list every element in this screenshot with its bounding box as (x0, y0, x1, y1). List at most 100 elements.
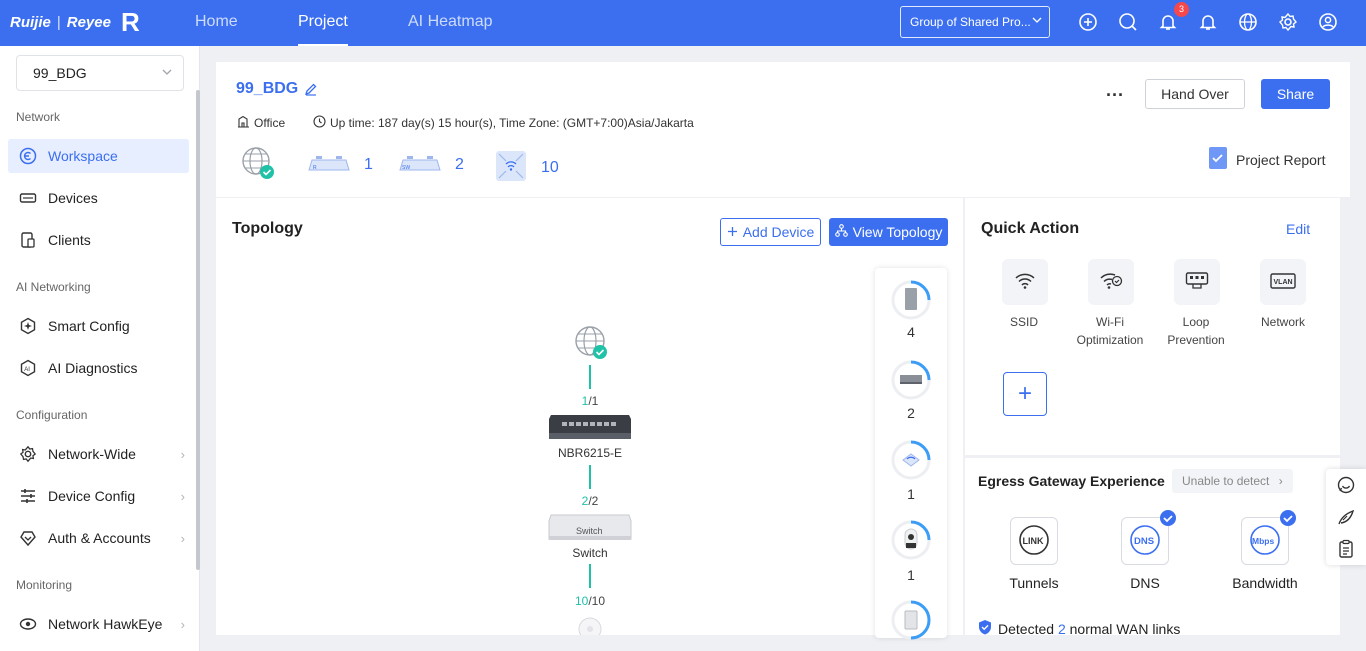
tab-project[interactable]: Project (298, 0, 348, 46)
quick-action-ssid-label: SSID (1009, 315, 1038, 329)
router-device-icon (548, 415, 632, 444)
sidebar-scrollbar[interactable] (196, 90, 200, 570)
bell-icon[interactable] (1158, 12, 1178, 32)
internet-status[interactable] (240, 145, 276, 184)
gear-icon[interactable] (1278, 12, 1298, 32)
wifi-icon (1014, 272, 1036, 293)
gateway-online-ratio: 1/1 (560, 394, 620, 408)
ap-total-count: /10 (588, 594, 606, 608)
quick-action-ssid[interactable] (1002, 259, 1048, 305)
topology-icon (834, 224, 848, 240)
sidebar-item-device-config[interactable]: Device Config › (8, 479, 189, 513)
switch-count[interactable]: SW 2 (399, 150, 464, 179)
user-icon[interactable] (1318, 12, 1338, 32)
wifi-optimize-icon (1099, 272, 1123, 293)
sidebar-item-label: Devices (48, 190, 98, 206)
site-selector[interactable]: 99_BDG (16, 55, 184, 91)
sidebar: 99_BDG Network Workspace Devices Clients… (0, 46, 200, 651)
share-button[interactable]: Share (1261, 79, 1330, 109)
sidebar-item-clients[interactable]: Clients (8, 223, 189, 257)
chat-support-icon[interactable] (1336, 475, 1356, 495)
access-point-device-icon (578, 617, 602, 635)
shield-check-icon (978, 619, 992, 638)
more-options-button[interactable]: ··· (1100, 80, 1130, 110)
rail-ap-count: 1 (907, 486, 915, 502)
ap-count[interactable]: 10 (495, 150, 559, 185)
quick-action-loop-prevention[interactable] (1174, 259, 1220, 305)
detected-prefix: Detected (998, 620, 1055, 637)
view-topology-label: View Topology (852, 224, 943, 240)
bandwidth-tile[interactable]: Mbps (1241, 510, 1296, 565)
chevron-right-icon: › (180, 530, 185, 546)
dns-tile[interactable]: DNS (1121, 510, 1176, 565)
sidebar-item-network-wide[interactable]: Network-Wide › (8, 437, 189, 471)
report-icon (1208, 146, 1228, 173)
rail-camera-item[interactable] (891, 520, 931, 560)
sidebar-item-auth-accounts[interactable]: Auth & Accounts › (8, 521, 189, 555)
tab-home[interactable]: Home (195, 0, 238, 46)
sidebar-item-label: Auth & Accounts (48, 530, 151, 546)
tab-ai-heatmap[interactable]: AI Heatmap (408, 0, 492, 46)
add-quick-action-button[interactable]: + (1003, 372, 1047, 416)
svg-text:LINK: LINK (1023, 536, 1044, 546)
dns-icon: DNS (1129, 524, 1161, 559)
section-ai-networking: AI Networking (16, 280, 91, 294)
brand-ruijie: Ruijie (10, 13, 51, 31)
sidebar-item-smart-config[interactable]: Smart Config (8, 309, 189, 343)
sidebar-item-ai-diagnostics[interactable]: AI AI Diagnostics (8, 351, 189, 385)
vlan-icon: VLAN (1270, 272, 1296, 293)
quick-action-network[interactable]: VLAN (1260, 259, 1306, 305)
feedback-icon[interactable] (1336, 507, 1356, 527)
building-icon (237, 115, 250, 131)
add-circle-icon[interactable] (1078, 12, 1098, 32)
quick-action-wifi-optimization-label: Wi-Fi Optimization (1076, 315, 1144, 347)
tunnels-tile[interactable]: LINK (1010, 517, 1058, 565)
switch-node[interactable]: Switch (548, 512, 632, 545)
project-report-label: Project Report (1236, 151, 1326, 168)
svg-text:Mbps: Mbps (1252, 536, 1274, 546)
project-report-link[interactable]: Project Report (1208, 146, 1325, 173)
sidebar-item-label: Network-Wide (48, 446, 136, 462)
gear-icon (18, 444, 38, 464)
internet-node[interactable] (574, 325, 610, 364)
sidebar-item-workspace[interactable]: Workspace (8, 139, 189, 173)
plus-icon (727, 224, 738, 240)
rail-other-item[interactable] (891, 600, 931, 640)
rail-ap-item[interactable] (891, 440, 931, 480)
rail-switch-item[interactable] (891, 360, 931, 400)
svg-text:VLAN: VLAN (1274, 279, 1293, 286)
group-selector[interactable]: Group of Shared Pro... (900, 6, 1050, 38)
quick-action-wifi-optimization[interactable] (1088, 259, 1134, 305)
rail-camera-count: 1 (907, 567, 915, 583)
clock-icon (313, 115, 326, 131)
quick-action-loop-prevention-label: Loop Prevention (1167, 315, 1225, 347)
egress-status-label: Unable to detect (1182, 474, 1270, 488)
link-switch-ap (589, 564, 591, 588)
quick-action-edit-link[interactable]: Edit (1286, 221, 1310, 237)
switch-total-count: /2 (588, 494, 599, 508)
add-device-button[interactable]: Add Device (720, 218, 821, 246)
sidebar-item-label: Device Config (48, 488, 136, 504)
clipboard-icon[interactable] (1336, 539, 1356, 559)
quick-action-network-label: Network (1260, 315, 1305, 329)
ap-online-ratio: 10/10 (560, 594, 620, 608)
add-device-label: Add Device (742, 224, 815, 240)
check-icon (1160, 510, 1176, 526)
gateway-node[interactable] (548, 411, 632, 444)
brand-logo[interactable]: Ruijie | Reyee R (10, 9, 140, 35)
sidebar-item-devices[interactable]: Devices (8, 181, 189, 215)
globe-icon[interactable] (1238, 12, 1258, 32)
edit-icon[interactable] (304, 82, 318, 99)
egress-status-button[interactable]: Unable to detect › (1172, 469, 1293, 493)
ap-node[interactable] (578, 617, 602, 635)
search-icon[interactable] (1118, 12, 1138, 32)
uptime-text: Up time: 187 day(s) 15 hour(s), Time Zon… (330, 116, 694, 130)
alert-bell-icon[interactable] (1198, 12, 1218, 32)
rail-gateway-item[interactable] (891, 280, 931, 320)
notification-count-badge: 3 (1174, 2, 1189, 17)
view-topology-button[interactable]: View Topology (829, 218, 948, 246)
hand-over-button[interactable]: Hand Over (1145, 79, 1245, 109)
page-title: 99_BDG (236, 80, 299, 97)
gateway-count[interactable]: R 1 (308, 150, 373, 179)
sidebar-item-network-hawkeye[interactable]: Network HawkEye › (8, 607, 189, 641)
